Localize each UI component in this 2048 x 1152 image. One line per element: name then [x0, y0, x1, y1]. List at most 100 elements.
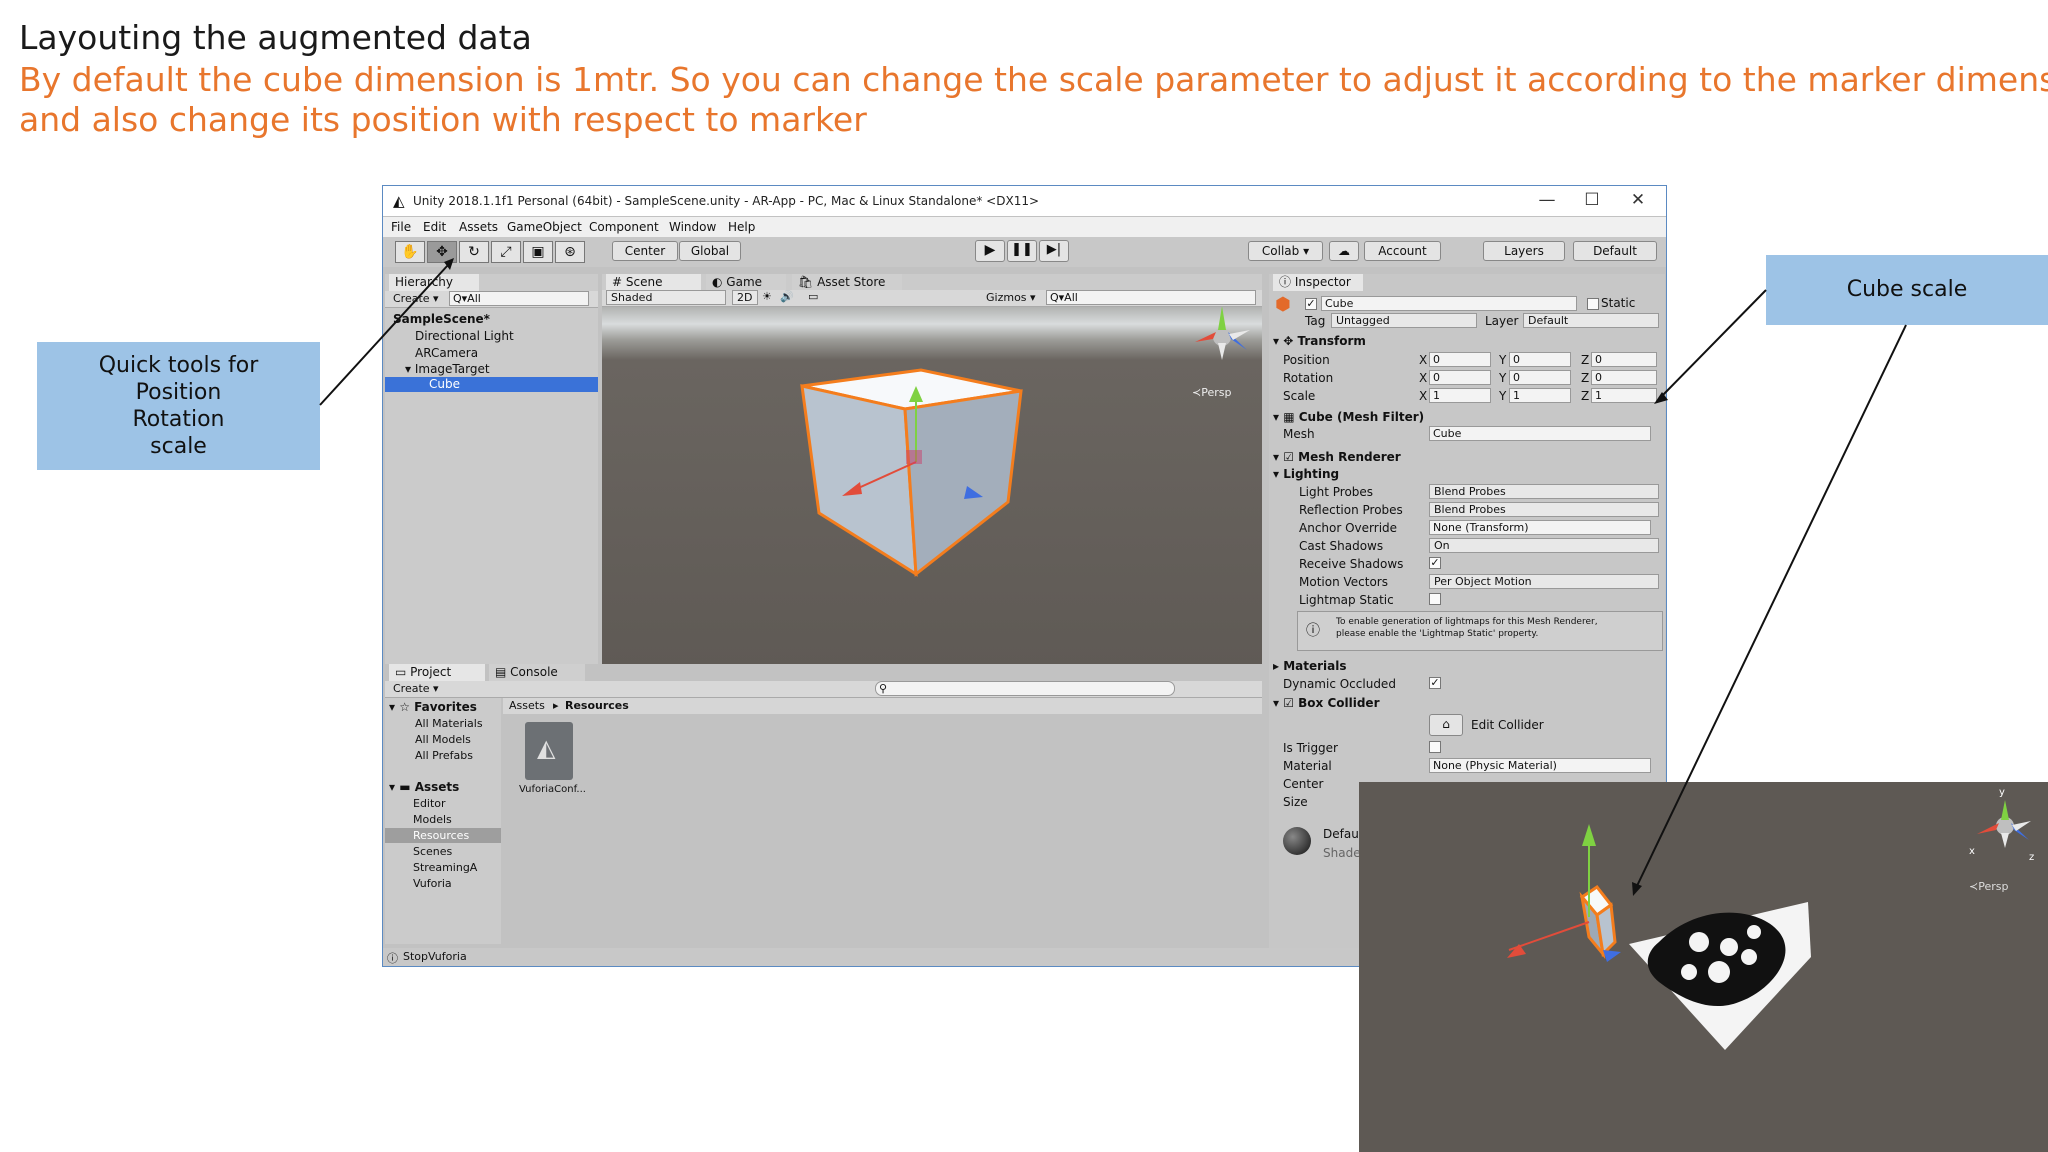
light-probes-dropdown[interactable]: Blend Probes [1429, 484, 1659, 499]
receive-shadows-checkbox[interactable]: ✓ [1429, 557, 1441, 569]
mesh-filter-header[interactable]: ▾ ▦ Cube (Mesh Filter) [1273, 410, 1424, 424]
hierarchy-item[interactable]: ARCamera [415, 346, 478, 360]
physic-material-field[interactable]: None (Physic Material) [1429, 758, 1651, 773]
dynamic-occluded-checkbox[interactable]: ✓ [1429, 677, 1441, 689]
reflection-probes-dropdown[interactable]: Blend Probes [1429, 502, 1659, 517]
tab-inspector[interactable]: ⓘ Inspector [1273, 274, 1363, 291]
breadcrumb-assets[interactable]: Assets [509, 699, 545, 712]
box-collider-header[interactable]: ▾ ☑ Box Collider [1273, 696, 1380, 710]
persp-label[interactable]: ≺Persp [1192, 386, 1231, 399]
menu-file[interactable]: File [391, 220, 411, 234]
favorites-item[interactable]: All Materials [415, 717, 483, 730]
lighting-header[interactable]: ▾ Lighting [1273, 467, 1339, 481]
account-button[interactable]: Account [1364, 241, 1441, 261]
tab-hierarchy[interactable]: Hierarchy [389, 274, 479, 291]
shading-mode-dropdown[interactable]: Shaded [606, 290, 726, 305]
project-search-input[interactable]: ⚲ [875, 681, 1175, 696]
tag-dropdown[interactable]: Untagged [1331, 313, 1477, 328]
minimize-button[interactable]: — [1532, 190, 1562, 210]
tab-asset-store[interactable]: 🛍 Asset Store [792, 274, 902, 291]
favorites-item[interactable]: All Models [415, 733, 471, 746]
pivot-global-button[interactable]: Global [679, 241, 741, 261]
rotation-x-field[interactable]: 0 [1429, 370, 1491, 385]
anchor-override-field[interactable]: None (Transform) [1429, 520, 1651, 535]
rotate-tool-button[interactable]: ↻ [459, 241, 489, 263]
2d-toggle[interactable]: 2D [732, 290, 758, 305]
cast-shadows-dropdown[interactable]: On [1429, 538, 1659, 553]
folder-item[interactable]: Vuforia [413, 877, 452, 890]
cloud-button[interactable]: ☁ [1329, 241, 1359, 261]
scene-view[interactable]: ≺Persp [602, 290, 1262, 668]
gizmos-dropdown[interactable]: Gizmos ▾ [986, 291, 1036, 304]
position-x-field[interactable]: 0 [1429, 352, 1491, 367]
menu-window[interactable]: Window [669, 220, 716, 234]
transform-tool-button[interactable]: ⊛ [555, 241, 585, 263]
layer-dropdown[interactable]: Default [1523, 313, 1659, 328]
scale-x-field[interactable]: 1 [1429, 388, 1491, 403]
motion-vectors-dropdown[interactable]: Per Object Motion [1429, 574, 1659, 589]
layers-dropdown[interactable]: Layers [1483, 241, 1565, 261]
rotation-y-field[interactable]: 0 [1509, 370, 1571, 385]
favorites-item[interactable]: All Prefabs [415, 749, 473, 762]
hierarchy-create-button[interactable]: Create ▾ [393, 292, 439, 305]
menu-component[interactable]: Component [589, 220, 659, 234]
hierarchy-selected-row[interactable]: Cube [385, 377, 598, 392]
favorites-node[interactable]: ▾ ☆ Favorites [389, 700, 477, 714]
inset-persp-label[interactable]: ≺Persp [1969, 880, 2008, 893]
transform-header[interactable]: ▾ ✥ Transform [1273, 334, 1366, 348]
scale-z-field[interactable]: 1 [1591, 388, 1657, 403]
scene-root[interactable]: SampleScene* [393, 312, 490, 326]
scale-tool-button[interactable]: ⤢ [491, 241, 521, 263]
step-button[interactable]: ▶| [1039, 240, 1069, 262]
scene-search-input[interactable]: Q▾All [1046, 290, 1256, 305]
mesh-field[interactable]: Cube [1429, 426, 1651, 441]
hierarchy-search-input[interactable]: Q▾All [449, 291, 589, 306]
hierarchy-item[interactable]: ▾ ImageTarget [405, 362, 490, 376]
close-button[interactable]: ✕ [1623, 190, 1653, 210]
tab-scene[interactable]: # Scene [606, 274, 701, 291]
menu-assets[interactable]: Assets [459, 220, 498, 234]
materials-title: Materials [1283, 659, 1347, 673]
position-y-field[interactable]: 0 [1509, 352, 1571, 367]
is-trigger-checkbox[interactable] [1429, 741, 1441, 753]
pause-button[interactable]: ❚❚ [1007, 240, 1037, 262]
folder-item[interactable]: Models [413, 813, 452, 826]
folder-selected-row[interactable]: Resources [385, 828, 501, 843]
breadcrumb-resources[interactable]: Resources [565, 699, 629, 712]
object-name-field[interactable]: Cube [1321, 296, 1577, 311]
tab-project[interactable]: ▭ Project [389, 664, 485, 681]
tab-console[interactable]: ▤ Console [489, 664, 585, 681]
rect-tool-button[interactable]: ▣ [523, 241, 553, 263]
tab-game[interactable]: ◐ Game [706, 274, 786, 291]
lighting-toggle[interactable]: ☀ [762, 290, 772, 303]
materials-header[interactable]: ▸ Materials [1273, 659, 1347, 673]
static-checkbox[interactable] [1587, 298, 1599, 310]
hand-tool-button[interactable]: ✋ [395, 241, 425, 263]
scale-y-field[interactable]: 1 [1509, 388, 1571, 403]
menu-gameobject[interactable]: GameObject [507, 220, 582, 234]
lightmap-static-checkbox[interactable] [1429, 593, 1441, 605]
layout-dropdown[interactable]: Default [1573, 241, 1657, 261]
assets-node[interactable]: ▾ ▬ Assets [389, 780, 459, 794]
edit-collider-button[interactable]: ⌂ [1429, 714, 1463, 736]
maximize-button[interactable]: ☐ [1577, 190, 1607, 210]
pivot-center-button[interactable]: Center [612, 241, 678, 261]
collab-button[interactable]: Collab ▾ [1248, 241, 1323, 261]
audio-toggle[interactable]: 🔊 [780, 290, 794, 303]
effects-dropdown[interactable]: ▭ [808, 290, 818, 303]
menu-edit[interactable]: Edit [423, 220, 446, 234]
menu-help[interactable]: Help [728, 220, 755, 234]
mesh-renderer-header[interactable]: ▾ ☑ Mesh Renderer [1273, 450, 1401, 464]
position-z-field[interactable]: 0 [1591, 352, 1657, 367]
active-checkbox[interactable]: ✓ [1305, 298, 1317, 310]
folder-item[interactable]: Editor [413, 797, 446, 810]
folder-item[interactable]: StreamingA [413, 861, 477, 874]
move-tool-button[interactable]: ✥ [427, 241, 457, 263]
folder-item[interactable]: Scenes [413, 845, 452, 858]
hierarchy-item[interactable]: Directional Light [415, 329, 514, 343]
play-button[interactable]: ▶ [975, 240, 1005, 262]
project-create-button[interactable]: Create ▾ [393, 682, 439, 695]
rotation-z-field[interactable]: 0 [1591, 370, 1657, 385]
callout-line: scale [150, 434, 207, 459]
vuforia-config-asset-icon[interactable]: ◭ [525, 722, 573, 780]
